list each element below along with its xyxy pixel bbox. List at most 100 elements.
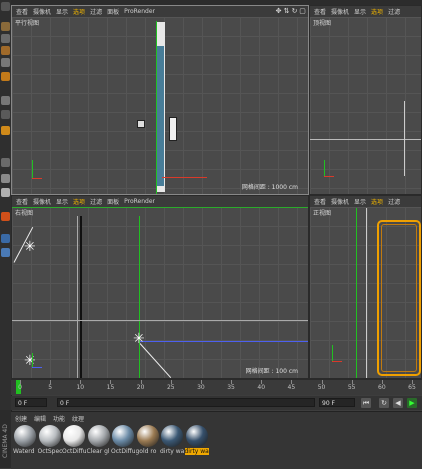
- menu-item[interactable]: 显示: [354, 7, 366, 16]
- tool-icon[interactable]: [1, 110, 10, 119]
- menu-item[interactable]: 面板: [107, 197, 119, 206]
- record-icon[interactable]: ↻: [379, 398, 389, 408]
- menu-item[interactable]: 选项: [371, 197, 383, 206]
- menu-item[interactable]: 显示: [354, 197, 366, 206]
- light-icon[interactable]: ✳: [24, 354, 36, 368]
- light-icon[interactable]: ✳: [24, 240, 36, 254]
- menu-item[interactable]: 过滤: [388, 7, 400, 16]
- play-icon[interactable]: ▶: [407, 398, 417, 408]
- material-swatch[interactable]: [112, 425, 134, 447]
- timeline-tick-label: 60: [378, 384, 386, 391]
- material-label[interactable]: Clear gl: [87, 448, 111, 455]
- magnet-icon[interactable]: [1, 188, 10, 197]
- viewport-right[interactable]: 查看 摄像机 显示 选项 过滤 面板 ProRender 右视图 ✳ ✳ ✳ 网格间距 : …: [11, 195, 309, 379]
- tool-icon[interactable]: [1, 234, 10, 243]
- timeline-tick-label: 10: [76, 384, 85, 391]
- material-label[interactable]: gold ro: [136, 448, 160, 455]
- menu-item[interactable]: 查看: [16, 197, 28, 206]
- menu-item[interactable]: 面板: [107, 7, 119, 16]
- material-label[interactable]: OctSpec: [38, 448, 62, 455]
- tool-icon[interactable]: [1, 248, 10, 257]
- menu-item[interactable]: ProRender: [124, 198, 155, 205]
- prev-frame-icon[interactable]: ◀: [393, 398, 403, 408]
- viewport-name: 顶视图: [313, 20, 332, 27]
- menu-item[interactable]: 显示: [56, 197, 68, 206]
- material-label[interactable]: OctDiffu: [62, 448, 86, 455]
- viewport-menu-bar: 查看 摄像机 显示 选项 过滤: [310, 196, 421, 207]
- scale-handle[interactable]: [169, 117, 177, 141]
- material-swatch[interactable]: [161, 425, 183, 447]
- viewport-menu-bar: 查看 摄像机 显示 选项 过滤: [310, 6, 421, 17]
- grid-spacing: 网格间距 : 1000 cm: [241, 184, 298, 191]
- menu-item[interactable]: ProRender: [124, 8, 155, 15]
- menu-item[interactable]: 查看: [16, 7, 28, 16]
- material-menu-item[interactable]: 纹理: [72, 414, 84, 423]
- timeline-tick-label: 55: [347, 384, 356, 391]
- material-label[interactable]: OctDiffu: [111, 448, 135, 455]
- checker-icon[interactable]: [1, 46, 10, 55]
- tool-icon[interactable]: [1, 158, 10, 167]
- cube-icon[interactable]: [1, 22, 10, 31]
- end-frame-field[interactable]: 90 F: [319, 398, 355, 407]
- spiral-icon[interactable]: [1, 212, 10, 221]
- material-menu-item[interactable]: 功能: [53, 414, 65, 423]
- viewport-name: 平行视图: [15, 20, 40, 27]
- viewport-grid: [12, 207, 308, 378]
- ground-line: [310, 139, 421, 140]
- menu-item[interactable]: 选项: [371, 7, 383, 16]
- viewport-perspective[interactable]: 查看 摄像机 显示 选项 过滤 面板 ProRender ✥ ⇅ ↻ ▢ 平行视图 网格间距 : …: [11, 5, 309, 195]
- material-menu-item[interactable]: 创建: [15, 414, 27, 423]
- viewport-top[interactable]: 查看 摄像机 显示 选项 过滤 顶视图: [309, 5, 422, 195]
- viewport-menu-bar: 查看 摄像机 显示 选项 过滤 面板 ProRender: [12, 196, 308, 207]
- tool-icon[interactable]: [1, 174, 10, 183]
- menu-item[interactable]: 查看: [314, 197, 326, 206]
- material-swatch[interactable]: [136, 425, 159, 447]
- timeline-tick-label: 0: [18, 384, 22, 391]
- axis-gizmo-z: [32, 367, 42, 368]
- material-swatch[interactable]: [87, 425, 110, 447]
- object-frame-inner: [381, 224, 417, 372]
- tool-icon[interactable]: [1, 34, 10, 43]
- axis-gizmo-y: [324, 160, 325, 176]
- tool-icon[interactable]: [1, 96, 10, 105]
- menu-item[interactable]: 过滤: [90, 7, 102, 16]
- rotate-view-icon[interactable]: ↻: [291, 7, 298, 15]
- object-profile-edge: [77, 216, 78, 378]
- menu-item[interactable]: 显示: [56, 7, 68, 16]
- current-frame-field[interactable]: 0 F: [57, 398, 315, 407]
- axis-x: [162, 177, 207, 178]
- axis-gizmo-x: [324, 176, 334, 177]
- tool-icon[interactable]: [1, 72, 10, 81]
- timeline-tick-label: 20: [136, 384, 145, 391]
- menu-item[interactable]: 过滤: [90, 197, 102, 206]
- menu-item[interactable]: 选项: [73, 7, 85, 16]
- material-menu-item[interactable]: 编辑: [34, 414, 46, 423]
- material-swatch[interactable]: [63, 425, 85, 447]
- tool-icon[interactable]: [1, 58, 10, 67]
- tool-icon[interactable]: [1, 2, 10, 11]
- menu-item[interactable]: 查看: [314, 7, 326, 16]
- menu-item[interactable]: 摄像机: [33, 7, 51, 16]
- menu-item[interactable]: 过滤: [388, 197, 400, 206]
- material-label[interactable]: dirty wa: [184, 448, 209, 455]
- move-view-icon[interactable]: ✥: [275, 7, 282, 15]
- menu-item[interactable]: 摄像机: [33, 197, 51, 206]
- material-swatch[interactable]: [185, 425, 208, 447]
- go-to-start-icon[interactable]: ⏮: [361, 398, 371, 408]
- material-label[interactable]: Waterd: [13, 448, 37, 455]
- viewport-front[interactable]: 查看 摄像机 显示 选项 过滤 正视图: [309, 195, 422, 379]
- timeline-tick-label: 40: [257, 384, 266, 391]
- material-swatch[interactable]: [14, 425, 36, 447]
- tool-icon[interactable]: [1, 126, 10, 135]
- timeline-tick-label: 15: [106, 384, 115, 391]
- menu-item[interactable]: 选项: [73, 197, 85, 206]
- timeline[interactable]: 0 5 10 15 20 25 30 35 40 45 50 55 60 65: [11, 379, 422, 395]
- material-swatch[interactable]: [38, 425, 61, 447]
- zoom-icon[interactable]: ⇅: [283, 7, 290, 15]
- material-label[interactable]: dirty wa: [160, 448, 184, 455]
- point-handle[interactable]: [137, 120, 145, 128]
- maximize-icon[interactable]: ▢: [299, 7, 306, 15]
- menu-item[interactable]: 摄像机: [331, 197, 349, 206]
- start-frame-field[interactable]: 0 F: [15, 398, 47, 407]
- menu-item[interactable]: 摄像机: [331, 7, 349, 16]
